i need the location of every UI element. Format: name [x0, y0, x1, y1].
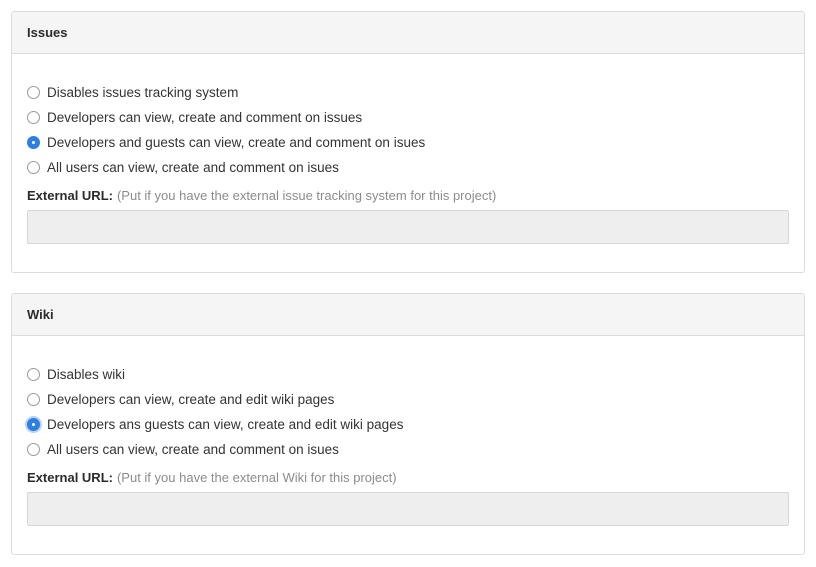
wiki-option-label: Developers can view, create and edit wik…	[47, 392, 335, 407]
radio-button-icon[interactable]	[27, 443, 40, 456]
issues-option-label: Developers and guests can view, create a…	[47, 135, 426, 150]
wiki-option-developers-guests[interactable]: Developers ans guests can view, create a…	[27, 412, 789, 437]
issues-option-disable[interactable]: Disables issues tracking system	[27, 80, 789, 105]
issues-option-developers[interactable]: Developers can view, create and comment …	[27, 105, 789, 130]
issues-option-all-users[interactable]: All users can view, create and comment o…	[27, 155, 789, 180]
issues-panel-body: Disables issues tracking system Develope…	[12, 54, 804, 244]
radio-button-icon[interactable]	[27, 161, 40, 174]
radio-button-icon[interactable]	[27, 368, 40, 381]
wiki-option-label: Developers ans guests can view, create a…	[47, 417, 404, 432]
wiki-option-disable[interactable]: Disables wiki	[27, 362, 789, 387]
wiki-panel-title: Wiki	[12, 294, 804, 336]
wiki-option-all-users[interactable]: All users can view, create and comment o…	[27, 437, 789, 462]
wiki-option-developers[interactable]: Developers can view, create and edit wik…	[27, 387, 789, 412]
wiki-url-hint: (Put if you have the external Wiki for t…	[116, 469, 397, 485]
wiki-url-label: External URL: (Put if you have the exter…	[27, 467, 789, 487]
wiki-panel-body: Disables wiki Developers can view, creat…	[12, 336, 804, 526]
wiki-external-url-input[interactable]	[27, 492, 789, 526]
issues-option-developers-guests[interactable]: Developers and guests can view, create a…	[27, 130, 789, 155]
radio-button-icon[interactable]	[27, 393, 40, 406]
issues-option-label: All users can view, create and comment o…	[47, 160, 339, 175]
wiki-panel: Wiki Disables wiki Developers can view, …	[11, 293, 805, 555]
issues-panel: Issues Disables issues tracking system D…	[11, 11, 805, 273]
issues-panel-title: Issues	[12, 12, 804, 54]
issues-external-url-input[interactable]	[27, 210, 789, 244]
issues-option-label: Disables issues tracking system	[47, 85, 239, 100]
issues-option-label: Developers can view, create and comment …	[47, 110, 363, 125]
wiki-option-label: All users can view, create and comment o…	[47, 442, 339, 457]
issues-url-label: External URL: (Put if you have the exter…	[27, 185, 789, 205]
radio-button-icon[interactable]	[27, 86, 40, 99]
wiki-option-label: Disables wiki	[47, 367, 126, 382]
wiki-url-label-text: External URL:	[27, 469, 113, 485]
issues-url-label-text: External URL:	[27, 187, 113, 203]
radio-button-checked-icon[interactable]	[27, 136, 40, 149]
issues-url-hint: (Put if you have the external issue trac…	[116, 187, 497, 203]
radio-button-checked-icon[interactable]	[27, 418, 40, 431]
radio-button-icon[interactable]	[27, 111, 40, 124]
